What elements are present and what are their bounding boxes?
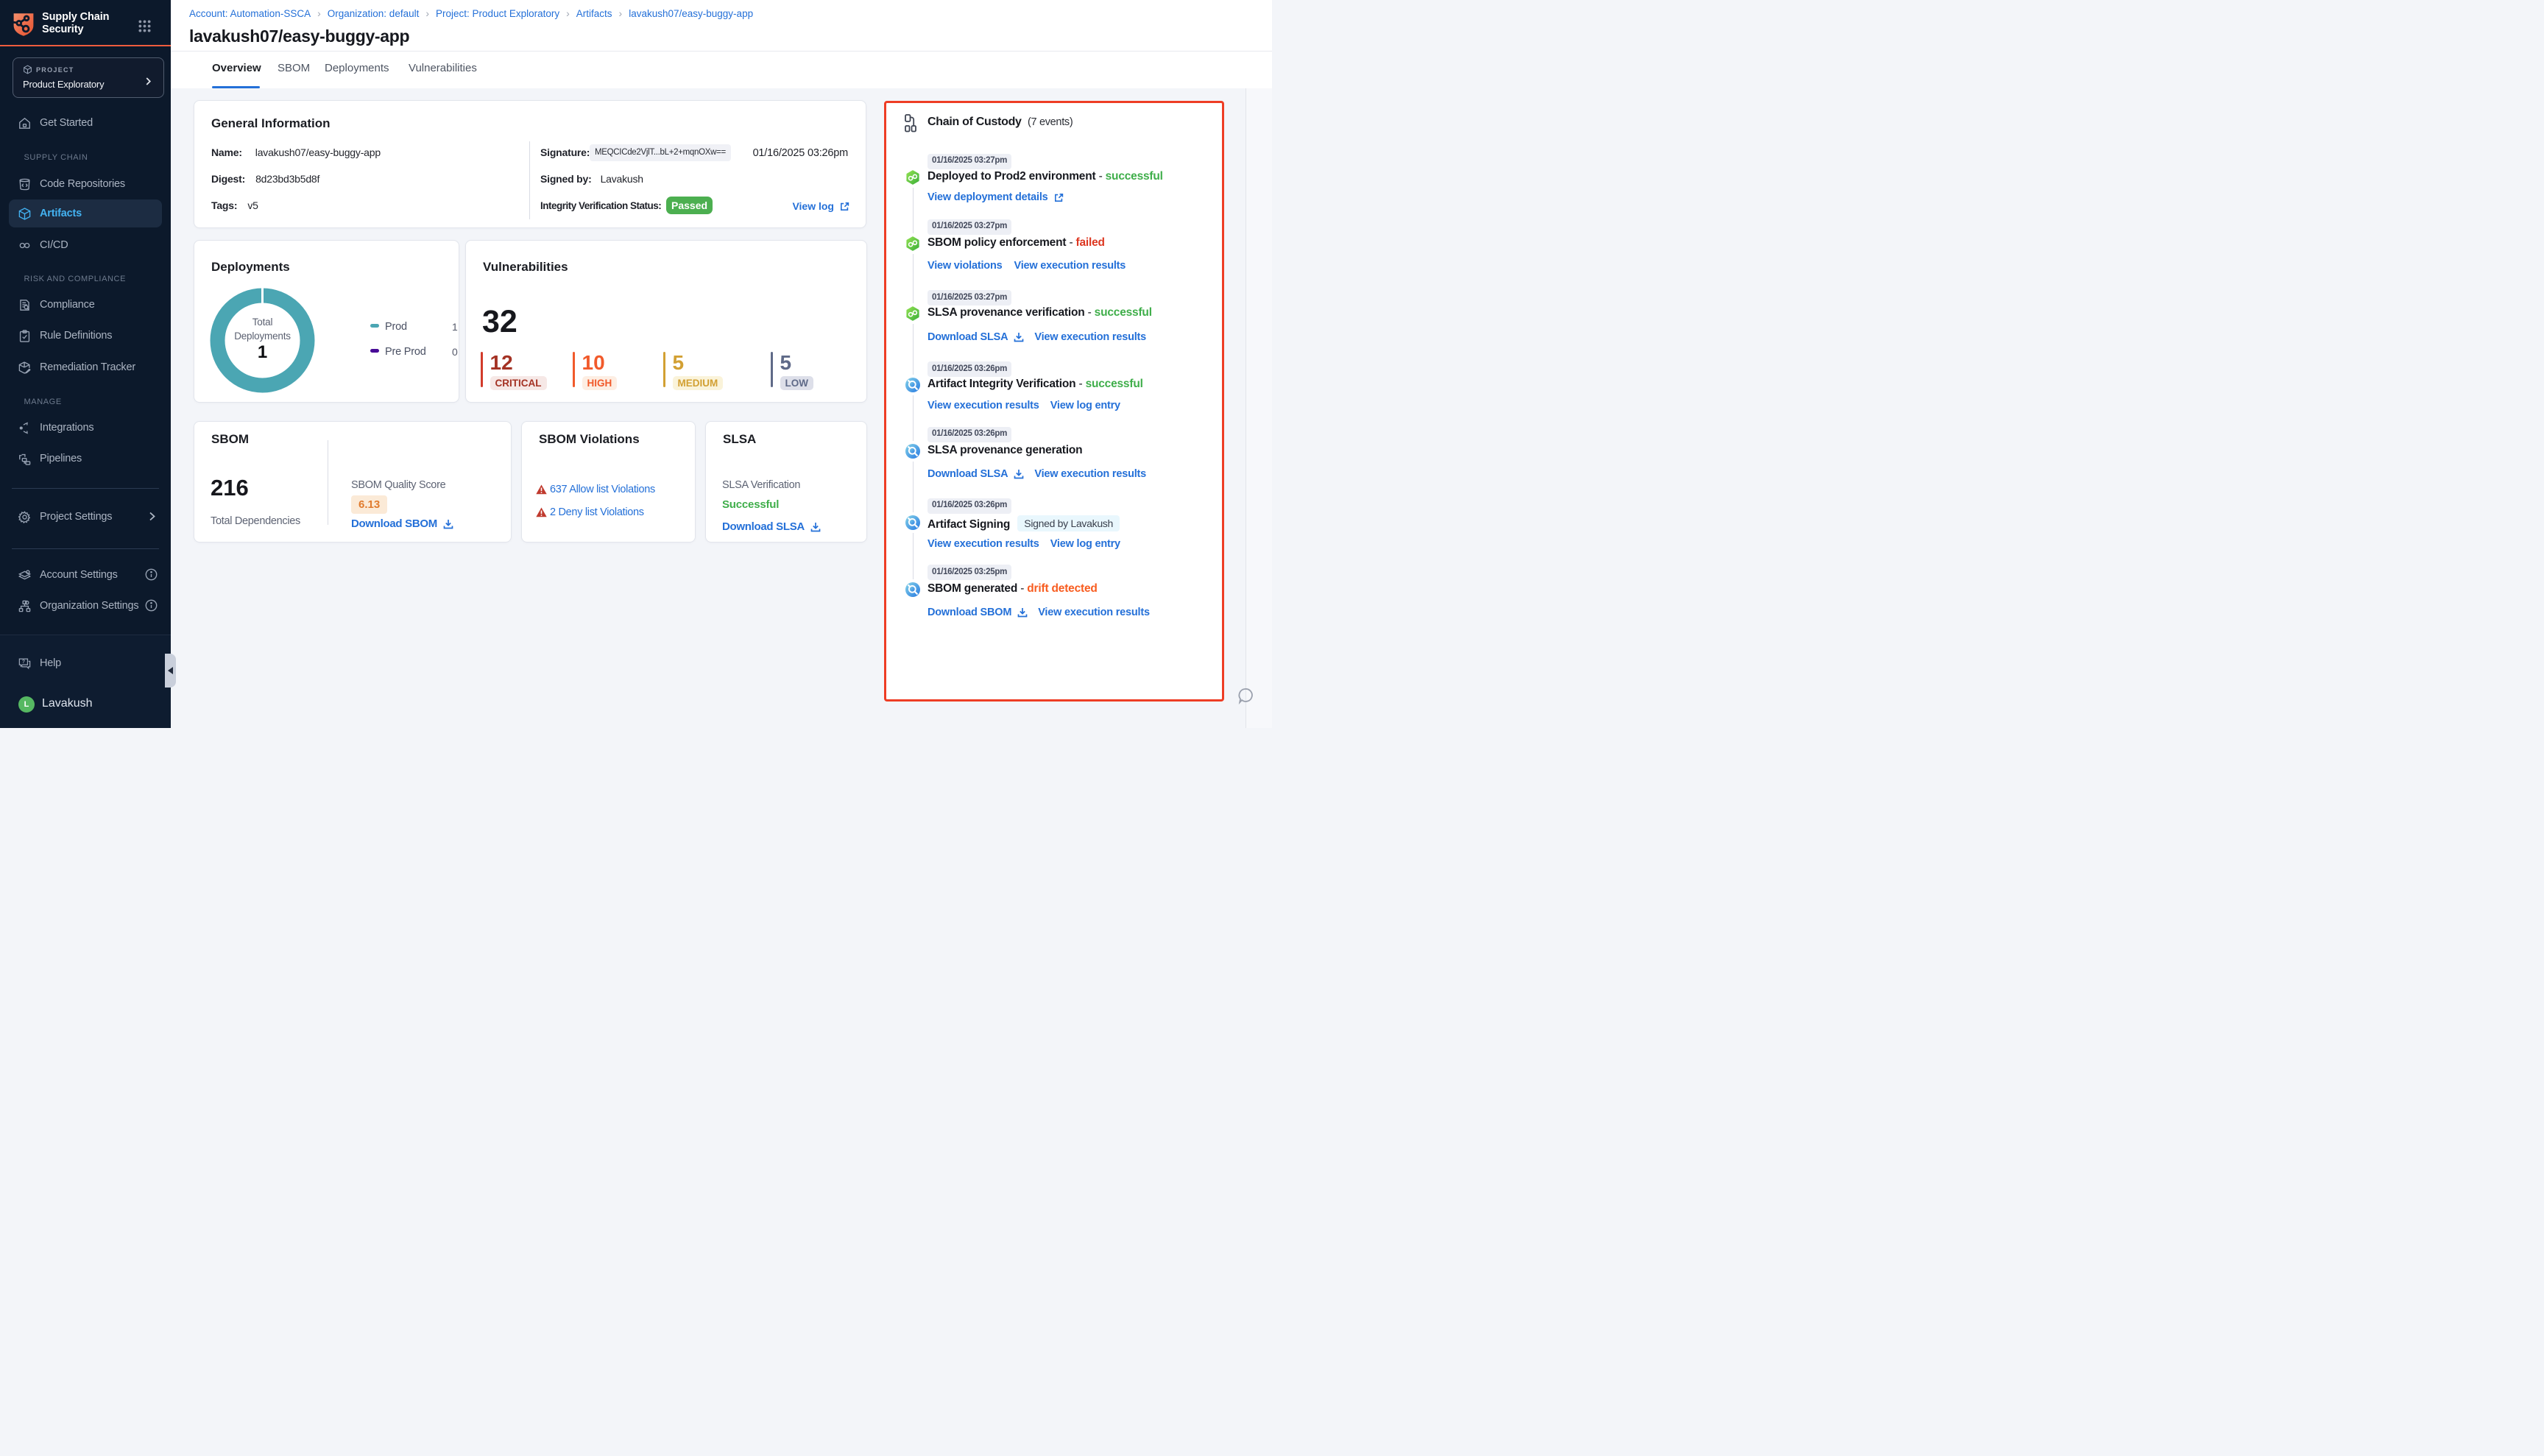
svg-text:?: ? [22,659,25,665]
